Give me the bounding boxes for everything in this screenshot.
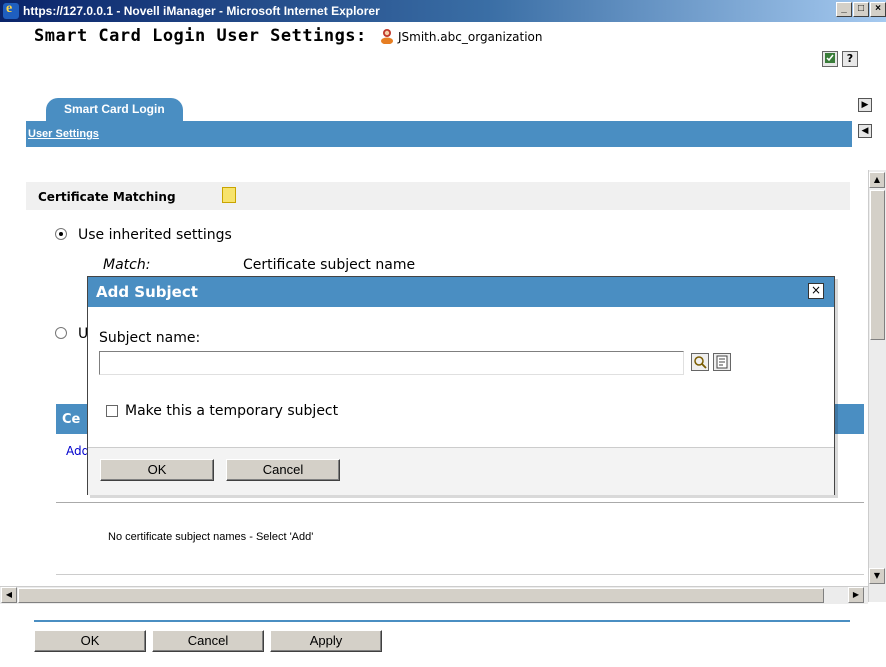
window-controls: _ □ × <box>836 2 886 17</box>
subjects-header-peek: Ce <box>62 412 81 427</box>
subject-name-input[interactable] <box>99 351 684 375</box>
divider <box>56 574 864 575</box>
add-subject-dialog: Add Subject × Subject name: Make this a … <box>87 276 835 495</box>
inherited-settings-label: Use inherited settings <box>78 227 232 243</box>
tab-smart-card-login[interactable]: Smart Card Login <box>46 98 183 122</box>
history-icon[interactable] <box>713 353 731 371</box>
user-settings-radio[interactable] <box>55 327 67 339</box>
internet-explorer-icon <box>3 1 19 19</box>
user-name: JSmith.abc_organization <box>398 30 543 44</box>
inherited-settings-radio[interactable] <box>55 228 67 240</box>
minimize-button[interactable]: _ <box>836 2 852 17</box>
task-icon[interactable] <box>822 51 838 67</box>
scroll-right-icon[interactable]: ▶ <box>848 587 864 603</box>
dialog-title-text: Add Subject <box>96 283 198 301</box>
tab-bar <box>26 121 852 147</box>
cancel-button[interactable]: Cancel <box>152 630 264 652</box>
footer-divider <box>34 620 850 622</box>
maximize-button[interactable]: □ <box>853 2 869 17</box>
window-titlebar: https://127.0.0.1 - Novell iManager - Mi… <box>0 0 886 22</box>
user-icon <box>381 29 393 44</box>
object-selector-icon[interactable] <box>691 353 709 371</box>
horizontal-scroll-thumb[interactable] <box>18 588 824 603</box>
temporary-subject-checkbox[interactable] <box>106 405 118 417</box>
match-label: Match: <box>103 257 151 273</box>
user-settings-link[interactable]: User Settings <box>28 128 99 140</box>
scroll-down-icon[interactable]: ▼ <box>869 568 885 584</box>
prev-arrow-icon[interactable]: ◀ <box>858 124 872 138</box>
section-title: Certificate Matching <box>38 190 176 204</box>
divider <box>56 502 864 503</box>
dialog-title: Add Subject × <box>88 277 834 307</box>
subject-name-label: Subject name: <box>99 330 201 346</box>
page-title: Smart Card Login User Settings: <box>34 26 367 46</box>
scroll-up-icon[interactable]: ▲ <box>869 172 885 188</box>
apply-button[interactable]: Apply <box>270 630 382 652</box>
window-title: https://127.0.0.1 - Novell iManager - Mi… <box>23 4 380 18</box>
next-arrow-icon[interactable]: ▶ <box>858 98 872 112</box>
empty-subjects-message: No certificate subject names - Select 'A… <box>108 531 314 543</box>
note-icon[interactable] <box>222 187 236 203</box>
add-link-peek[interactable]: Add <box>66 444 89 458</box>
help-icon[interactable]: ? <box>842 51 858 67</box>
scroll-left-icon[interactable]: ◀ <box>1 587 17 603</box>
dialog-ok-button[interactable]: OK <box>100 459 214 481</box>
close-window-button[interactable]: × <box>870 2 886 17</box>
ok-button[interactable]: OK <box>34 630 146 652</box>
match-value: Certificate subject name <box>243 257 416 273</box>
vertical-scroll-thumb[interactable] <box>870 190 885 340</box>
close-icon[interactable]: × <box>808 283 824 299</box>
dialog-cancel-button[interactable]: Cancel <box>226 459 340 481</box>
temporary-subject-label: Make this a temporary subject <box>125 403 339 419</box>
